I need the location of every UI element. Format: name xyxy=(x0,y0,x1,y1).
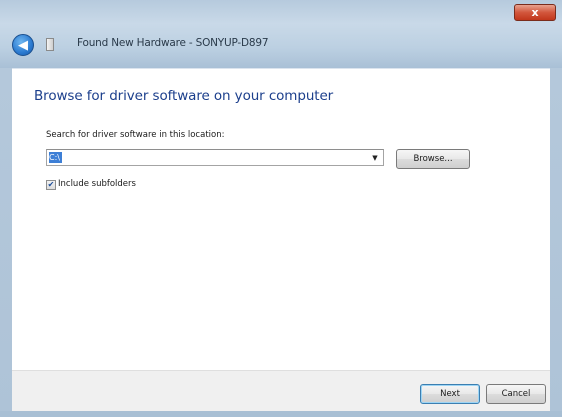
page-heading: Browse for driver software on your compu… xyxy=(34,88,334,104)
search-location-label: Search for driver software in this locat… xyxy=(46,130,225,140)
location-value[interactable]: C:\ xyxy=(49,152,62,163)
include-subfolders-label[interactable]: Include subfolders xyxy=(58,179,136,189)
back-button[interactable]: ◀ xyxy=(12,34,34,56)
close-icon: x xyxy=(531,6,539,19)
location-combobox[interactable]: C:\ ▼ xyxy=(46,149,384,166)
cancel-button[interactable]: Cancel xyxy=(486,384,546,404)
checkmark-icon: ✔ xyxy=(47,180,55,189)
close-button[interactable]: x xyxy=(514,4,556,21)
window-frame-left xyxy=(0,68,12,417)
hardware-icon xyxy=(46,38,54,51)
found-new-hardware-window: x ◀ Found New Hardware - SONYUP-D897 Bro… xyxy=(0,0,562,417)
window-frame-bottom xyxy=(0,411,562,417)
title-bar xyxy=(0,0,562,68)
chevron-down-icon[interactable]: ▼ xyxy=(369,151,381,164)
wizard-content xyxy=(12,68,550,371)
back-arrow-icon: ◀ xyxy=(18,37,28,53)
include-subfolders-checkbox[interactable]: ✔ xyxy=(46,180,56,190)
browse-button[interactable]: Browse... xyxy=(396,149,470,169)
window-frame-right xyxy=(550,68,562,417)
window-title: Found New Hardware - SONYUP-D897 xyxy=(77,37,269,49)
next-button[interactable]: Next xyxy=(420,384,480,404)
